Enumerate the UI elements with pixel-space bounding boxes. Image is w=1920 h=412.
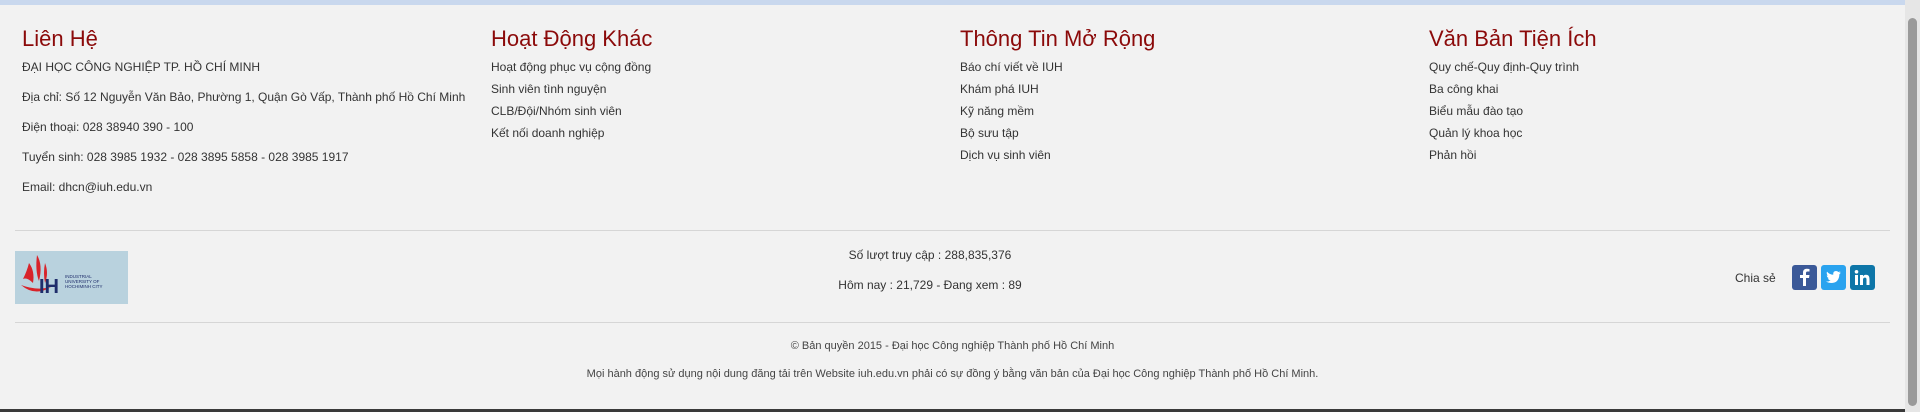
documents-section: Văn Bản Tiện Ích Quy chế-Quy định-Quy tr… [1429, 26, 1889, 170]
link-regulations[interactable]: Quy chế-Quy định-Quy trình [1429, 60, 1889, 75]
link-community-service[interactable]: Hoạt động phục vụ cộng đồng [491, 60, 951, 75]
contact-title: Liên Hệ [22, 26, 98, 51]
copyright-text: © Bản quyền 2015 - Đại học Công nghiệp T… [790, 340, 1115, 352]
phone-text: Điện thoại: 028 38940 390 - 100 [22, 120, 194, 134]
share-bar: Chia sẻ [1735, 265, 1875, 290]
iuh-logo[interactable]: IH INDUSTRIAL UNIVERSITY OF HOCHIMINH CI… [15, 251, 128, 304]
iuh-logo-graphic: IH INDUSTRIAL UNIVERSITY OF HOCHIMINH CI… [21, 255, 103, 298]
vertical-scrollbar[interactable] [1905, 0, 1920, 412]
extended-info-title: Thông Tin Mở Rộng [960, 26, 1156, 51]
divider-top [15, 230, 1890, 231]
activities-title: Hoạt Động Khác [491, 26, 653, 51]
logo-line-3: HOCHIMINH CITY [65, 284, 103, 289]
link-public-disclosure[interactable]: Ba công khai [1429, 82, 1889, 97]
address-text: Địa chỉ: Số 12 Nguyễn Văn Bảo, Phường 1,… [22, 90, 466, 104]
admission-phone-text: Tuyển sinh: 028 3985 1932 - 028 3895 585… [22, 150, 349, 164]
email-text: Email: dhcn@iuh.edu.vn [22, 180, 153, 194]
link-student-services[interactable]: Dịch vụ sinh viên [960, 148, 1420, 163]
logo-mark-text: IH [39, 276, 59, 298]
link-soft-skills[interactable]: Kỹ năng mềm [960, 104, 1420, 119]
contact-section: Liên Hệ ĐẠI HỌC CÔNG NGHIỆP TP. HỒ CHÍ M… [22, 26, 482, 210]
link-science-management[interactable]: Quản lý khoa học [1429, 126, 1889, 141]
extended-info-section: Thông Tin Mở Rộng Báo chí viết về IUH Kh… [960, 26, 1420, 170]
twitter-icon[interactable] [1820, 265, 1846, 290]
linkedin-icon[interactable] [1849, 265, 1875, 290]
university-name: ĐẠI HỌC CÔNG NGHIỆP TP. HỒ CHÍ MINH [22, 60, 261, 74]
link-feedback[interactable]: Phản hồi [1429, 148, 1889, 163]
link-business-connect[interactable]: Kết nối doanh nghiệp [491, 126, 951, 141]
divider-bottom [15, 322, 1890, 323]
link-press[interactable]: Báo chí viết về IUH [960, 60, 1420, 75]
today-counter: Hôm nay : 21,729 - Đang xem : 89 [838, 278, 1022, 292]
link-training-forms[interactable]: Biểu mẫu đào tạo [1429, 104, 1889, 119]
link-volunteer[interactable]: Sinh viên tình nguyện [491, 82, 951, 97]
link-collection[interactable]: Bộ sưu tập [960, 126, 1420, 141]
top-border [0, 0, 1905, 5]
documents-title: Văn Bản Tiện Ích [1429, 26, 1597, 51]
scrollbar-thumb[interactable] [1908, 18, 1917, 406]
visit-counter: Số lượt truy cập : 288,835,376 [848, 248, 1012, 262]
share-label: Chia sẻ [1735, 270, 1776, 285]
facebook-icon[interactable] [1791, 265, 1817, 290]
usage-notice: Mọi hành động sử dụng nội dung đăng tải … [586, 368, 1319, 380]
link-explore-iuh[interactable]: Khám phá IUH [960, 82, 1420, 97]
activities-section: Hoạt Động Khác Hoạt động phục vụ cộng đồ… [491, 26, 951, 148]
link-student-clubs[interactable]: CLB/Đội/Nhóm sinh viên [491, 104, 951, 119]
